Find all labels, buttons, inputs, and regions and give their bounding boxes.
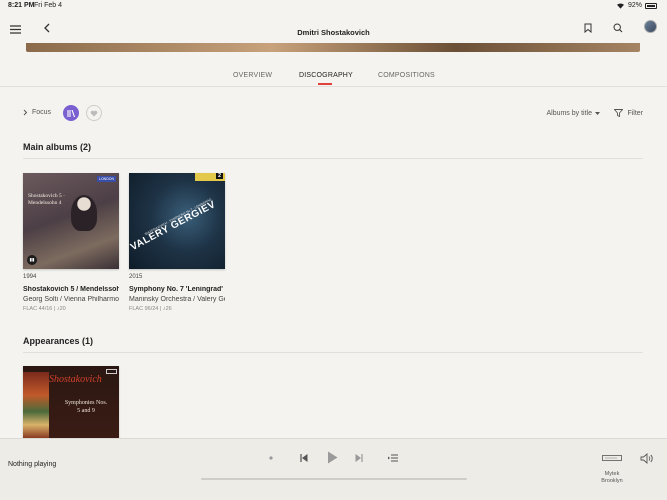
bookmark-icon[interactable] bbox=[580, 20, 596, 36]
album-format: FLAC 44/16 | ♪20 bbox=[23, 306, 66, 312]
volume-icon[interactable] bbox=[639, 451, 655, 465]
previous-track-button[interactable] bbox=[298, 452, 310, 464]
play-button[interactable] bbox=[324, 449, 340, 465]
tab-discography[interactable]: DISCOGRAPHY bbox=[299, 72, 353, 79]
album-title[interactable]: Symphony No. 7 'Leningrad' bbox=[129, 286, 225, 293]
heart-icon bbox=[90, 110, 98, 116]
stop-dot-icon[interactable] bbox=[268, 455, 274, 461]
user-avatar[interactable] bbox=[644, 20, 657, 33]
cover-painting bbox=[23, 372, 49, 438]
queue-icon[interactable] bbox=[387, 452, 399, 464]
album-artist[interactable]: Georg Solti / Vienna Philharmonic bbox=[23, 296, 119, 303]
status-bar: 8:21 PM Fri Feb 4 92% bbox=[0, 0, 667, 12]
album-title[interactable]: Shostakovich 5 / Mendelssohn 4 bbox=[23, 286, 119, 293]
now-playing-label: Nothing playing bbox=[8, 461, 57, 468]
playback-progress-bar[interactable] bbox=[201, 478, 467, 480]
battery-percent: 92% bbox=[627, 2, 642, 9]
library-badge-icon: ▮▮ bbox=[27, 255, 37, 265]
chevron-right-icon bbox=[23, 109, 28, 116]
album-format: FLAC 96/24 | ♪26 bbox=[129, 306, 172, 312]
page-title: Dmitri Shostakovich bbox=[297, 28, 370, 37]
cover-count-badge: 2 bbox=[215, 173, 223, 179]
filter-label: Filter bbox=[627, 109, 643, 117]
appearances-heading: Appearances (1) bbox=[23, 336, 94, 346]
caret-down-icon bbox=[595, 111, 600, 115]
album-cover[interactable]: 2 VALERY GERGIEV SHOSTAKOVICH · SYMPHONY… bbox=[129, 173, 225, 269]
focus-toggle[interactable]: Focus bbox=[23, 109, 51, 116]
album-card[interactable]: Shostakovich Symphonies Nos. 5 and 9 bbox=[23, 366, 119, 438]
status-date: Fri Feb 4 bbox=[34, 2, 63, 9]
next-track-button[interactable] bbox=[353, 452, 365, 464]
status-right: 92% bbox=[616, 2, 657, 9]
library-icon bbox=[67, 109, 75, 117]
section-divider bbox=[23, 158, 643, 159]
artist-hero-image bbox=[26, 43, 640, 52]
active-tab-indicator bbox=[318, 83, 332, 85]
status-time: 8:21 PM bbox=[8, 2, 35, 9]
player-bar: Nothing playing Mytek Brooklyn bbox=[0, 438, 667, 500]
cover-badge: LONDON bbox=[97, 176, 116, 182]
battery-icon bbox=[645, 2, 657, 9]
filter-button[interactable]: Filter bbox=[614, 109, 643, 117]
cover-subtitle: Symphonies Nos. 5 and 9 bbox=[64, 400, 108, 414]
album-card[interactable]: LONDON Shostakovich 5 · Mendelssohn 4 ▮▮… bbox=[23, 173, 119, 312]
filter-icon bbox=[614, 109, 624, 117]
favorites-filter-button[interactable] bbox=[86, 105, 102, 121]
device-name[interactable]: Mytek Brooklyn bbox=[597, 471, 627, 485]
cover-label-icon bbox=[106, 369, 117, 374]
top-nav: Dmitri Shostakovich bbox=[0, 12, 667, 44]
album-year: 2015 bbox=[129, 274, 143, 280]
search-icon[interactable] bbox=[610, 20, 626, 36]
sort-label: Albums by title bbox=[546, 110, 592, 117]
cover-title: Shostakovich 5 · Mendelssohn 4 bbox=[28, 193, 65, 206]
album-artist[interactable]: Mariinsky Orchestra / Valery Gergiev bbox=[129, 296, 225, 303]
tabs-divider bbox=[0, 86, 667, 87]
sort-dropdown[interactable]: Albums by title bbox=[546, 110, 600, 117]
device-icon[interactable] bbox=[601, 453, 623, 463]
section-divider bbox=[23, 352, 643, 353]
tab-overview[interactable]: OVERVIEW bbox=[233, 72, 272, 79]
album-year: 1994 bbox=[23, 274, 37, 280]
album-card[interactable]: 2 VALERY GERGIEV SHOSTAKOVICH · SYMPHONY… bbox=[129, 173, 225, 312]
album-cover[interactable]: Shostakovich Symphonies Nos. 5 and 9 bbox=[23, 366, 119, 438]
cover-title: Shostakovich bbox=[49, 374, 102, 385]
library-filter-button[interactable] bbox=[63, 105, 79, 121]
wifi-icon bbox=[616, 3, 624, 9]
main-albums-heading: Main albums (2) bbox=[23, 142, 92, 152]
album-cover[interactable]: LONDON Shostakovich 5 · Mendelssohn 4 ▮▮ bbox=[23, 173, 119, 269]
focus-label: Focus bbox=[32, 109, 52, 116]
tab-compositions[interactable]: COMPOSITIONS bbox=[378, 72, 435, 79]
conductor-figure bbox=[71, 195, 97, 231]
